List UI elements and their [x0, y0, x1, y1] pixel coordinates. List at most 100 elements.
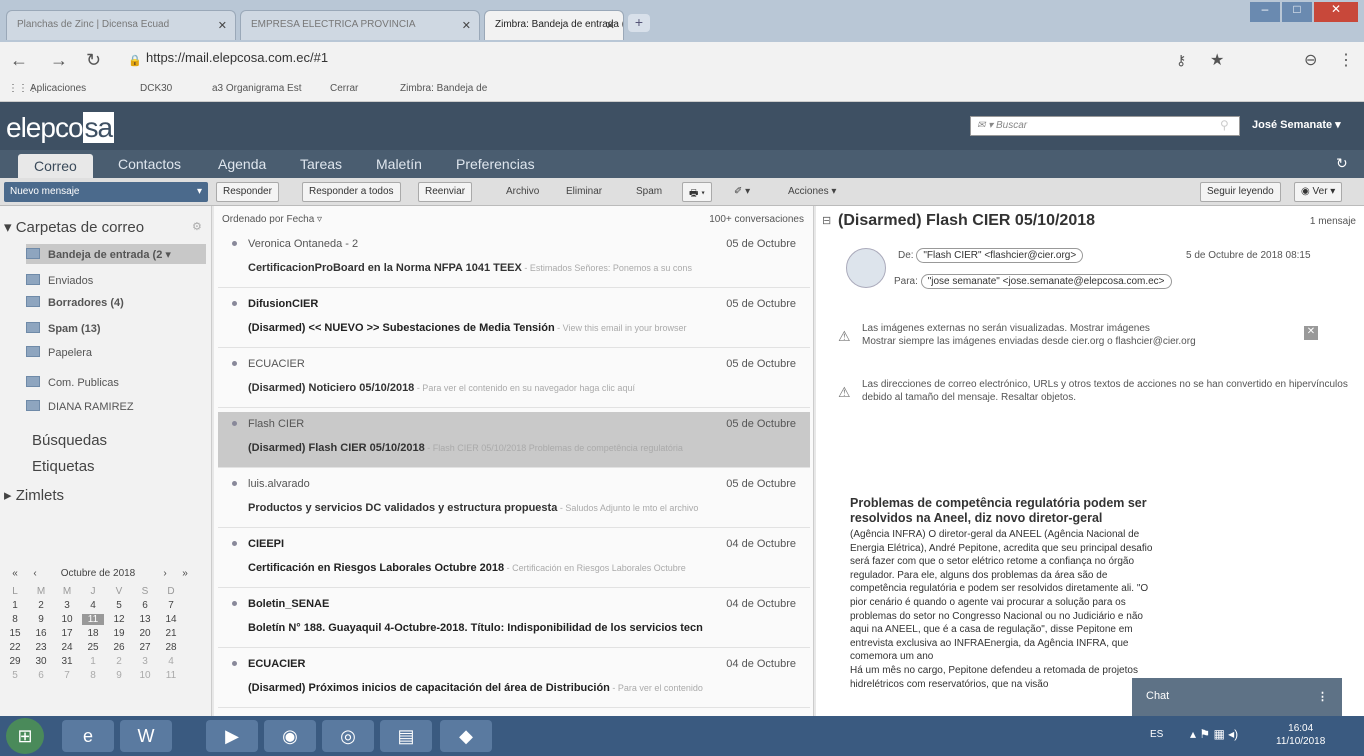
- calendar-day[interactable]: 30: [30, 656, 52, 667]
- calendar-day[interactable]: 10: [134, 670, 156, 681]
- calendar-day[interactable]: 31: [56, 656, 78, 667]
- sort-menu[interactable]: Ordenado por Fecha ▿: [222, 214, 322, 225]
- calendar-day[interactable]: 1: [82, 656, 104, 667]
- tag-icon[interactable]: ✐ ▾: [734, 186, 750, 197]
- app-icon[interactable]: ◆: [440, 720, 492, 752]
- forward-button[interactable]: Reenviar: [418, 182, 473, 202]
- key-icon[interactable]: ⚷: [1176, 52, 1186, 69]
- calendar-day[interactable]: 4: [160, 656, 182, 667]
- links-warning[interactable]: Las direcciones de correo electrónico, U…: [862, 378, 1352, 404]
- folder-com-publicas[interactable]: Com. Publicas: [26, 376, 119, 389]
- account-icon[interactable]: ⊖: [1304, 50, 1317, 70]
- next-year-icon[interactable]: »: [174, 568, 196, 579]
- browser-tab-1[interactable]: Planchas de Zinc | Dicensa Ecuad ✕: [6, 10, 236, 40]
- reload-icon[interactable]: ↻: [86, 50, 101, 71]
- reply-button[interactable]: Responder: [216, 182, 279, 202]
- back-icon[interactable]: ←: [10, 50, 28, 71]
- list-item[interactable]: Flash CIER 05 de Octubre (Disarmed) Flash …: [218, 412, 810, 468]
- read-status-icon[interactable]: [232, 361, 237, 366]
- calendar-day[interactable]: 6: [134, 600, 156, 611]
- tab-maletin[interactable]: Maletín: [376, 156, 422, 172]
- calendar-day[interactable]: 27: [134, 642, 156, 653]
- clock[interactable]: 16:04 11/10/2018: [1276, 722, 1325, 748]
- calendar-day[interactable]: 2: [108, 656, 130, 667]
- star-icon[interactable]: ★: [1210, 50, 1224, 70]
- close-window-button[interactable]: ✕: [1314, 2, 1358, 22]
- reply-all-button[interactable]: Responder a todos: [302, 182, 401, 202]
- bookmark-apps[interactable]: Aplicaciones: [30, 83, 86, 94]
- read-status-icon[interactable]: [232, 541, 237, 546]
- calendar-day[interactable]: 3: [134, 656, 156, 667]
- calendar-day[interactable]: 16: [30, 628, 52, 639]
- keep-reading-button[interactable]: Seguir leyendo: [1200, 182, 1281, 202]
- new-tab-button[interactable]: +: [628, 14, 650, 32]
- dismiss-icon[interactable]: ✕: [1304, 326, 1318, 340]
- collapse-icon[interactable]: ⊟: [822, 214, 831, 227]
- read-status-icon[interactable]: [232, 241, 237, 246]
- folder-sent[interactable]: Enviados: [26, 274, 93, 287]
- read-status-icon[interactable]: [232, 601, 237, 606]
- maximize-button[interactable]: □: [1282, 2, 1312, 22]
- calendar-day[interactable]: 1: [4, 600, 26, 611]
- searches-header[interactable]: Búsquedas: [32, 432, 107, 449]
- folder-inbox[interactable]: Bandeja de entrada (2 ▾: [26, 248, 171, 261]
- images-warning-line2[interactable]: Mostrar siempre las imágenes enviadas de…: [862, 335, 1342, 348]
- calendar-day[interactable]: 15: [4, 628, 26, 639]
- close-icon[interactable]: ✕: [218, 19, 227, 32]
- list-item[interactable]: ECUACIER 05 de Octubre (Disarmed) Noticier…: [218, 352, 810, 408]
- minimize-button[interactable]: –: [1250, 2, 1280, 22]
- calendar-day[interactable]: 7: [56, 670, 78, 681]
- list-item[interactable]: CIEEPI 04 de Octubre Certificación en Ries…: [218, 532, 810, 588]
- list-item[interactable]: luis.alvarado 05 de Octubre Productos y se…: [218, 472, 810, 528]
- calendar-day[interactable]: 10: [56, 614, 78, 625]
- firefox-icon[interactable]: ◉: [264, 720, 316, 752]
- calendar-day[interactable]: 20: [134, 628, 156, 639]
- explorer-icon[interactable]: ▤: [380, 720, 432, 752]
- list-item[interactable]: ECUACIER 04 de Octubre (Disarmed) Próximos…: [218, 652, 810, 708]
- spam-button[interactable]: Spam: [636, 186, 662, 197]
- prev-year-icon[interactable]: «: [4, 568, 26, 579]
- new-message-button[interactable]: Nuevo mensaje ▾: [4, 182, 208, 202]
- close-icon[interactable]: ✕: [462, 19, 471, 32]
- calendar-day[interactable]: 17: [56, 628, 78, 639]
- view-menu[interactable]: ◉ Ver ▾: [1294, 182, 1343, 202]
- calendar-day[interactable]: 9: [30, 614, 52, 625]
- ie-icon[interactable]: e: [62, 720, 114, 752]
- calendar-day[interactable]: 3: [56, 600, 78, 611]
- language-indicator[interactable]: ES: [1150, 729, 1163, 740]
- calendar-day[interactable]: 7: [160, 600, 182, 611]
- folder-diana[interactable]: DIANA RAMIREZ: [26, 400, 134, 413]
- bookmark-dck30[interactable]: DCK30: [140, 83, 172, 94]
- browser-tab-2[interactable]: EMPRESA ELECTRICA PROVINCIA ✕: [240, 10, 480, 40]
- gear-icon[interactable]: ⚙: [192, 220, 202, 233]
- to-address[interactable]: "jose semanate" <jose.semanate@elepcosa.…: [920, 274, 1172, 289]
- calendar-day[interactable]: 2: [30, 600, 52, 611]
- calendar-day[interactable]: 11: [82, 614, 104, 625]
- calendar-day[interactable]: 26: [108, 642, 130, 653]
- calendar-day[interactable]: 22: [4, 642, 26, 653]
- calendar-day[interactable]: 5: [4, 670, 26, 681]
- calendar-day[interactable]: 8: [4, 614, 26, 625]
- tray-icons[interactable]: ▴ ⚑ ▦ ◂): [1190, 727, 1238, 741]
- calendar-day[interactable]: 21: [160, 628, 182, 639]
- folders-header[interactable]: ▾ Carpetas de correo: [4, 218, 144, 236]
- actions-menu[interactable]: Acciones ▾: [788, 186, 836, 197]
- calendar-day[interactable]: 18: [82, 628, 104, 639]
- folder-drafts[interactable]: Borradores (4): [26, 296, 124, 309]
- folder-spam[interactable]: Spam (13): [26, 322, 101, 335]
- chat-panel[interactable]: Chat ⋮: [1132, 678, 1342, 716]
- tab-contactos[interactable]: Contactos: [118, 156, 181, 172]
- calendar-day[interactable]: 13: [134, 614, 156, 625]
- read-status-icon[interactable]: [232, 661, 237, 666]
- chrome-icon[interactable]: ◎: [322, 720, 374, 752]
- calendar-day[interactable]: 9: [108, 670, 130, 681]
- next-month-icon[interactable]: ›: [154, 568, 176, 579]
- calendar-day[interactable]: 28: [160, 642, 182, 653]
- calendar-day[interactable]: 6: [30, 670, 52, 681]
- print-icon[interactable]: 🖶 ▾: [682, 182, 712, 202]
- prev-month-icon[interactable]: ‹: [24, 568, 46, 579]
- media-player-icon[interactable]: ▶: [206, 720, 258, 752]
- search-icon[interactable]: ⚲: [1220, 118, 1229, 132]
- calendar-day[interactable]: 19: [108, 628, 130, 639]
- calendar-day[interactable]: 12: [108, 614, 130, 625]
